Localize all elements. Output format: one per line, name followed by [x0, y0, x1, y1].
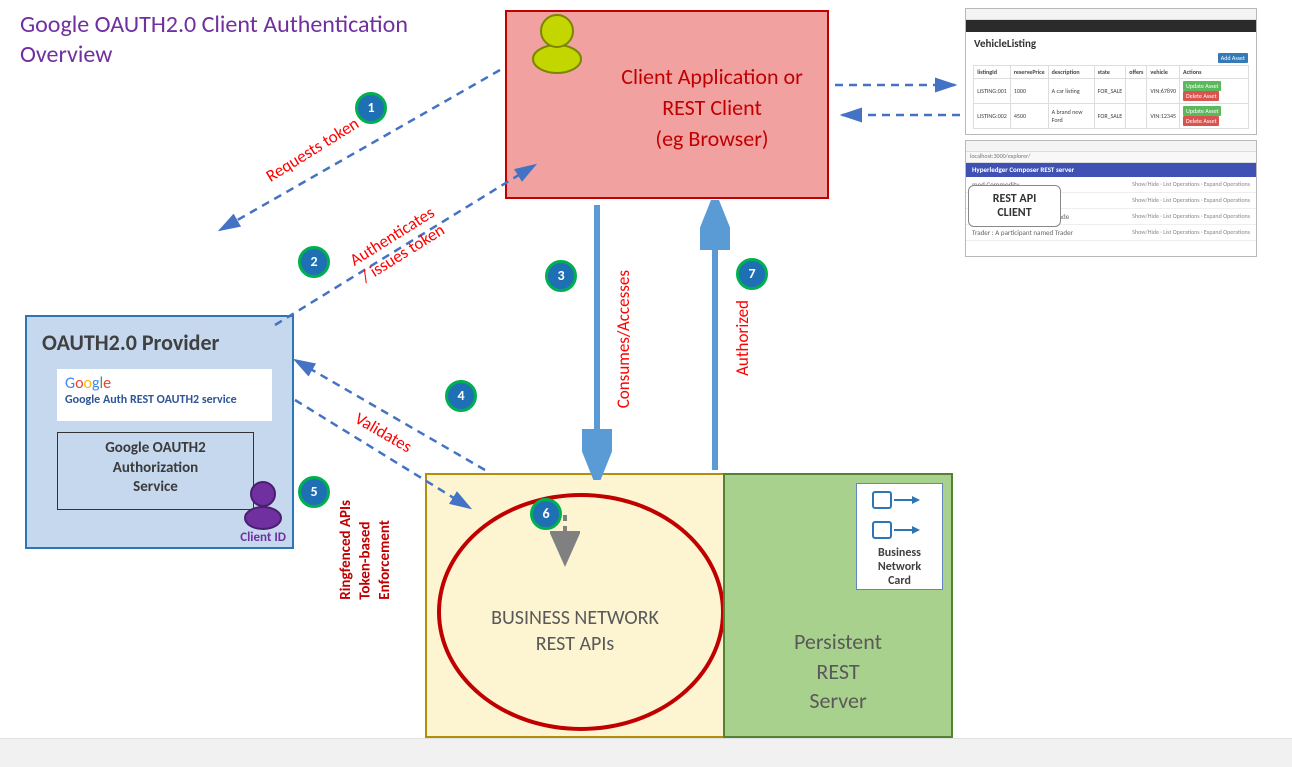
- mini-browser-vehicle-listing: VehicleListing Add Asset listingIdreserv…: [965, 8, 1257, 135]
- arrow-browser-to-client: [830, 105, 970, 125]
- card-icon: [870, 488, 930, 514]
- step-badge-2: 2: [298, 246, 330, 278]
- vehicle-listing-table: listingIdreservePricedescription stateof…: [973, 65, 1249, 129]
- oauth-authorization-service: Google OAUTH2 Authorization Service: [57, 432, 254, 510]
- update-asset-button[interactable]: Update Asset: [1183, 81, 1221, 91]
- step-badge-4: 4: [445, 380, 477, 412]
- rest-api-client-tag: REST API CLIENT: [968, 185, 1061, 227]
- user-icon: [527, 7, 587, 77]
- google-logo: Google: [65, 374, 264, 393]
- table-row: LISTING:0024500A brand new Ford FOR_SALE…: [974, 104, 1249, 129]
- add-asset-button[interactable]: Add Asset: [1218, 53, 1248, 63]
- google-service-card: Google Google Auth REST OAUTH2 service: [57, 369, 272, 421]
- arrow-consumes-accesses: [582, 200, 612, 480]
- client-application-label: Client Application or REST Client (eg Br…: [597, 62, 827, 154]
- delete-asset-button[interactable]: Delete Asset: [1183, 91, 1219, 101]
- step-badge-5: 5: [298, 476, 330, 508]
- arrow-authorized: [700, 200, 730, 480]
- oauth-provider-title: OAUTH2.0 Provider: [42, 329, 219, 356]
- arrow-validates-back: [275, 380, 525, 540]
- api-row: Trader : A participant named TraderShow/…: [966, 225, 1256, 241]
- flow-consumes-label: Consumes/Accesses: [613, 270, 634, 408]
- step-badge-7: 7: [736, 258, 768, 290]
- footer-bar: [0, 738, 1292, 767]
- google-service-subtitle: Google Auth REST OAUTH2 service: [65, 393, 264, 407]
- flow-authorized-label: Authorized: [732, 300, 753, 376]
- table-row: LISTING:0011000A car listing FOR_SALEVIN…: [974, 79, 1249, 104]
- business-network-card: Business Network Card: [856, 483, 943, 590]
- persistent-rest-server-label: Persistent REST Server: [725, 627, 951, 716]
- persistent-rest-server-box: Business Network Card Persistent REST Se…: [723, 473, 953, 738]
- card-icon: [870, 518, 930, 544]
- arrow-client-to-browser: [830, 75, 970, 95]
- step-badge-1: 1: [355, 92, 387, 124]
- oauth-provider-box: OAUTH2.0 Provider Google Google Auth RES…: [25, 315, 294, 549]
- business-network-apis-label: BUSINESS NETWORK REST APIs: [427, 605, 723, 657]
- step-badge-6: 6: [530, 498, 562, 530]
- delete-asset-button[interactable]: Delete Asset: [1183, 116, 1219, 126]
- step-badge-3: 3: [545, 260, 577, 292]
- update-asset-button[interactable]: Update Asset: [1183, 106, 1221, 116]
